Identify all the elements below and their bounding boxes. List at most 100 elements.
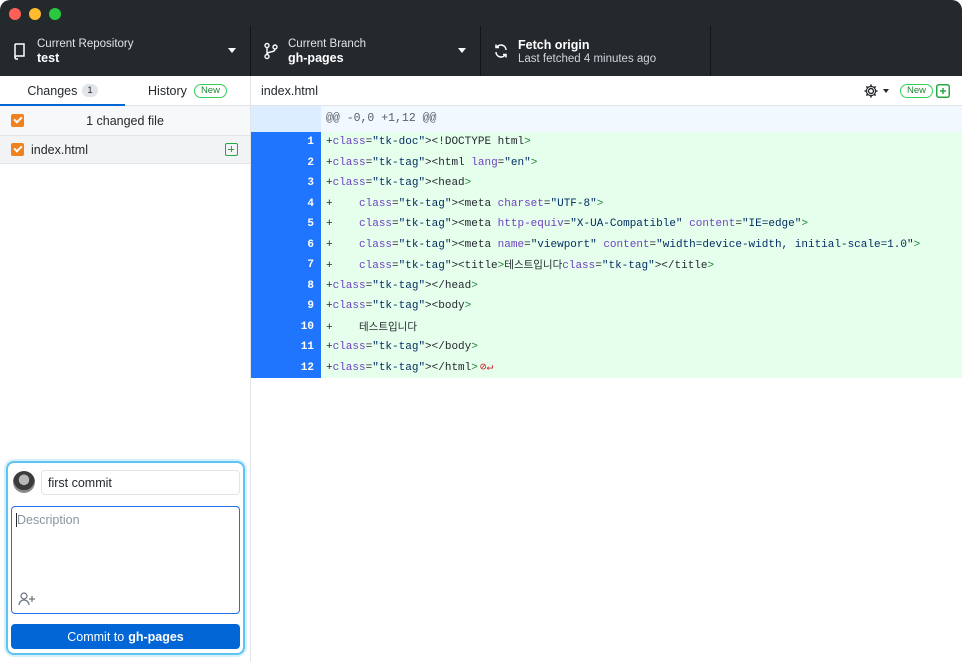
diff-line-code: + 테스트입니다 — [326, 320, 417, 334]
hunk-gutter[interactable] — [251, 106, 321, 132]
diff-line[interactable]: 11 +class="tk-tag"></body> — [251, 337, 962, 358]
old-line-number[interactable] — [251, 214, 286, 235]
tab-history[interactable]: History New — [125, 76, 250, 105]
diff-line[interactable]: 6 + class="tk-tag"><meta name="viewport" … — [251, 234, 962, 255]
new-line-number[interactable]: 10 — [286, 316, 321, 337]
diff-line[interactable]: 3 +class="tk-tag"><head> — [251, 173, 962, 194]
old-line-number[interactable] — [251, 152, 286, 173]
tab-changes-label: Changes — [27, 83, 78, 98]
diff-view: index.html New @@ -0,0 +1,12 @@ 1 +class=… — [251, 76, 962, 662]
new-line-number[interactable]: 6 — [286, 234, 321, 255]
commit-button[interactable]: Commit to gh-pages — [11, 624, 240, 649]
old-line-number[interactable] — [251, 316, 286, 337]
sync-icon — [495, 44, 507, 58]
branch-name: gh-pages — [288, 51, 344, 65]
current-repository-button[interactable]: Current Repository test — [0, 26, 251, 76]
file-added-icon — [936, 84, 950, 98]
old-line-number[interactable] — [251, 275, 286, 296]
title-bar — [0, 0, 962, 26]
old-line-number[interactable] — [251, 337, 286, 358]
sidebar-tabs: Changes 1 History New — [0, 76, 250, 106]
fetch-origin-button[interactable]: Fetch origin Last fetched 4 minutes ago — [481, 26, 711, 76]
changes-count-badge: 1 — [82, 84, 98, 97]
diff-file-path: index.html — [261, 83, 318, 98]
chevron-down-icon — [228, 48, 236, 53]
tab-history-label: History — [148, 83, 187, 98]
zoom-window-button[interactable] — [49, 8, 61, 20]
diff-line-code: + class="tk-tag"><meta name="viewport" c… — [326, 238, 921, 251]
add-co-author-icon[interactable] — [18, 591, 36, 607]
diff-line[interactable]: 7 + class="tk-tag"><title>테스트입니다class="tk… — [251, 255, 962, 276]
branch-label: Current Branch — [288, 38, 366, 50]
chevron-down-icon[interactable] — [883, 89, 889, 93]
sidebar: Changes 1 History New 1 changed file ind… — [0, 76, 251, 662]
file-name: index.html — [31, 142, 88, 157]
diff-line-code: +class="tk-tag"><html lang="en"> — [326, 156, 538, 169]
diff-line[interactable]: 9 +class="tk-tag"><body> — [251, 296, 962, 317]
old-line-number[interactable] — [251, 234, 286, 255]
new-line-number[interactable]: 1 — [286, 132, 321, 153]
diff-options-new-badge: New — [900, 84, 934, 98]
fetch-title: Fetch origin — [518, 38, 590, 52]
toolbar: Current Repository test Current Branch g… — [0, 26, 962, 76]
new-line-number[interactable]: 9 — [286, 296, 321, 317]
new-line-number[interactable]: 2 — [286, 152, 321, 173]
old-line-number[interactable] — [251, 193, 286, 214]
old-line-number[interactable] — [251, 132, 286, 153]
diff-line-code: + class="tk-tag"><title>테스트입니다class="tk-… — [326, 259, 715, 272]
new-line-number[interactable]: 7 — [286, 255, 321, 276]
diff-line[interactable]: 4 + class="tk-tag"><meta charset="UTF-8"> — [251, 193, 962, 214]
commit-description-input[interactable]: Description — [11, 506, 240, 614]
avatar — [13, 471, 35, 493]
close-window-button[interactable] — [9, 8, 21, 20]
diff-line[interactable]: 1 +class="tk-doc"><!DOCTYPE html> — [251, 132, 962, 153]
repo-icon — [14, 43, 25, 60]
no-newline-at-eof-icon: ⊘↵ — [479, 361, 494, 374]
new-line-number[interactable]: 12 — [286, 357, 321, 378]
branch-icon — [264, 42, 278, 60]
changed-file-row[interactable]: index.html — [0, 136, 250, 164]
repo-label: Current Repository — [37, 38, 134, 50]
diff-lines: 1 +class="tk-doc"><!DOCTYPE html> 2 +class=… — [251, 132, 962, 378]
diff-line-code: +class="tk-tag"><head> — [326, 177, 472, 189]
diff-line[interactable]: 2 +class="tk-tag"><html lang="en"> — [251, 152, 962, 173]
new-line-number[interactable]: 3 — [286, 173, 321, 194]
description-placeholder: Description — [17, 513, 80, 527]
diff-line[interactable]: 5 + class="tk-tag"><meta http-equiv="X-UA… — [251, 214, 962, 235]
history-new-badge: New — [193, 83, 227, 98]
hunk-header[interactable]: @@ -0,0 +1,12 @@ — [251, 106, 962, 132]
file-checkbox[interactable] — [11, 143, 24, 156]
commit-button-branch: gh-pages — [128, 629, 184, 644]
commit-summary-input[interactable]: first commit — [41, 470, 240, 495]
hunk-header-text: @@ -0,0 +1,12 @@ — [326, 112, 437, 125]
gear-icon[interactable] — [863, 83, 879, 99]
diff-header: index.html New — [251, 76, 962, 106]
changed-files-count: 1 changed file — [86, 113, 164, 128]
minimize-window-button[interactable] — [29, 8, 41, 20]
diff-line[interactable]: 10 + 테스트입니다 — [251, 316, 962, 337]
repo-name: test — [37, 51, 60, 65]
commit-button-prefix: Commit to — [67, 629, 125, 644]
old-line-number[interactable] — [251, 296, 286, 317]
diff-line-code: +class="tk-doc"><!DOCTYPE html> — [326, 136, 531, 148]
text-cursor — [16, 513, 17, 527]
new-line-number[interactable]: 5 — [286, 214, 321, 235]
tab-changes[interactable]: Changes 1 — [0, 76, 125, 106]
file-added-icon — [225, 143, 238, 156]
chevron-down-icon — [458, 48, 466, 53]
diff-line[interactable]: 8 +class="tk-tag"></head> — [251, 275, 962, 296]
diff-line-code: +class="tk-tag"></body> — [326, 341, 478, 353]
changed-files-header: 1 changed file — [0, 106, 250, 136]
diff-line[interactable]: 12 +class="tk-tag"></html> ⊘↵ — [251, 357, 962, 378]
old-line-number[interactable] — [251, 173, 286, 194]
current-branch-button[interactable]: Current Branch gh-pages — [251, 26, 481, 76]
diff-line-code: + class="tk-tag"><meta http-equiv="X-UA-… — [326, 218, 808, 230]
new-line-number[interactable]: 8 — [286, 275, 321, 296]
diff-line-code: +class="tk-tag"><body> — [326, 300, 472, 312]
old-line-number[interactable] — [251, 357, 286, 378]
new-line-number[interactable]: 4 — [286, 193, 321, 214]
select-all-checkbox[interactable] — [11, 114, 24, 127]
old-line-number[interactable] — [251, 255, 286, 276]
new-line-number[interactable]: 11 — [286, 337, 321, 358]
diff-line-code: +class="tk-tag"></html> ⊘↵ — [326, 361, 494, 374]
